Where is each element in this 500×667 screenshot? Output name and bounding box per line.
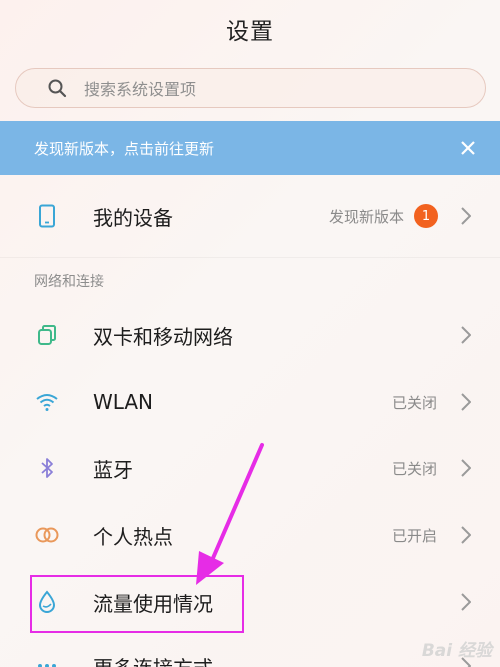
wlan-label: WLAN <box>93 390 154 414</box>
wlan-status: 已关闭 <box>391 393 437 412</box>
sidebar-item-dual-sim[interactable]: 双卡和移动网络 <box>0 305 500 365</box>
chevron-right-icon <box>458 325 474 345</box>
update-banner-text: 发现新版本，点击前往更新 <box>34 139 215 158</box>
more-connections-label: 更多连接方式 <box>93 652 213 667</box>
annotation-highlight-box <box>30 575 244 633</box>
hotspot-label: 个人热点 <box>93 524 173 549</box>
bluetooth-label: 蓝牙 <box>93 457 133 482</box>
chevron-right-icon <box>458 458 474 478</box>
chevron-right-icon <box>458 392 474 412</box>
search-icon <box>46 77 68 99</box>
chevron-right-icon <box>458 525 474 545</box>
close-icon[interactable] <box>458 138 478 158</box>
my-device-item[interactable]: 我的设备 发现新版本 1 <box>0 186 500 246</box>
hotspot-status: 已开启 <box>391 526 437 545</box>
divider <box>0 257 500 258</box>
watermark-logo: Bai 经验 <box>421 641 492 661</box>
phone-icon <box>34 203 60 229</box>
bluetooth-status: 已关闭 <box>391 459 437 478</box>
update-banner[interactable]: 发现新版本，点击前往更新 <box>0 121 500 175</box>
my-device-label: 我的设备 <box>93 205 173 230</box>
hotspot-item[interactable]: 个人热点 已开启 <box>0 505 500 565</box>
my-device-status: 发现新版本 <box>328 207 404 226</box>
section-title-network: 网络和连接 <box>34 274 104 290</box>
hotspot-icon <box>34 522 60 548</box>
page-title: 设置 <box>226 19 274 45</box>
wifi-icon <box>34 389 60 415</box>
search-bar[interactable]: 搜索系统设置项 <box>15 68 486 108</box>
bluetooth-item[interactable]: 蓝牙 已关闭 <box>0 438 500 498</box>
search-placeholder: 搜索系统设置项 <box>84 80 197 99</box>
bluetooth-icon <box>34 455 60 481</box>
chevron-right-icon <box>458 206 474 226</box>
sim-card-icon <box>34 322 60 348</box>
update-count-badge: 1 <box>414 204 438 228</box>
dual-sim-label: 双卡和移动网络 <box>93 324 233 349</box>
more-connections-icon <box>34 653 60 667</box>
wlan-item[interactable]: WLAN 已关闭 <box>0 372 500 432</box>
chevron-right-icon <box>458 592 474 612</box>
